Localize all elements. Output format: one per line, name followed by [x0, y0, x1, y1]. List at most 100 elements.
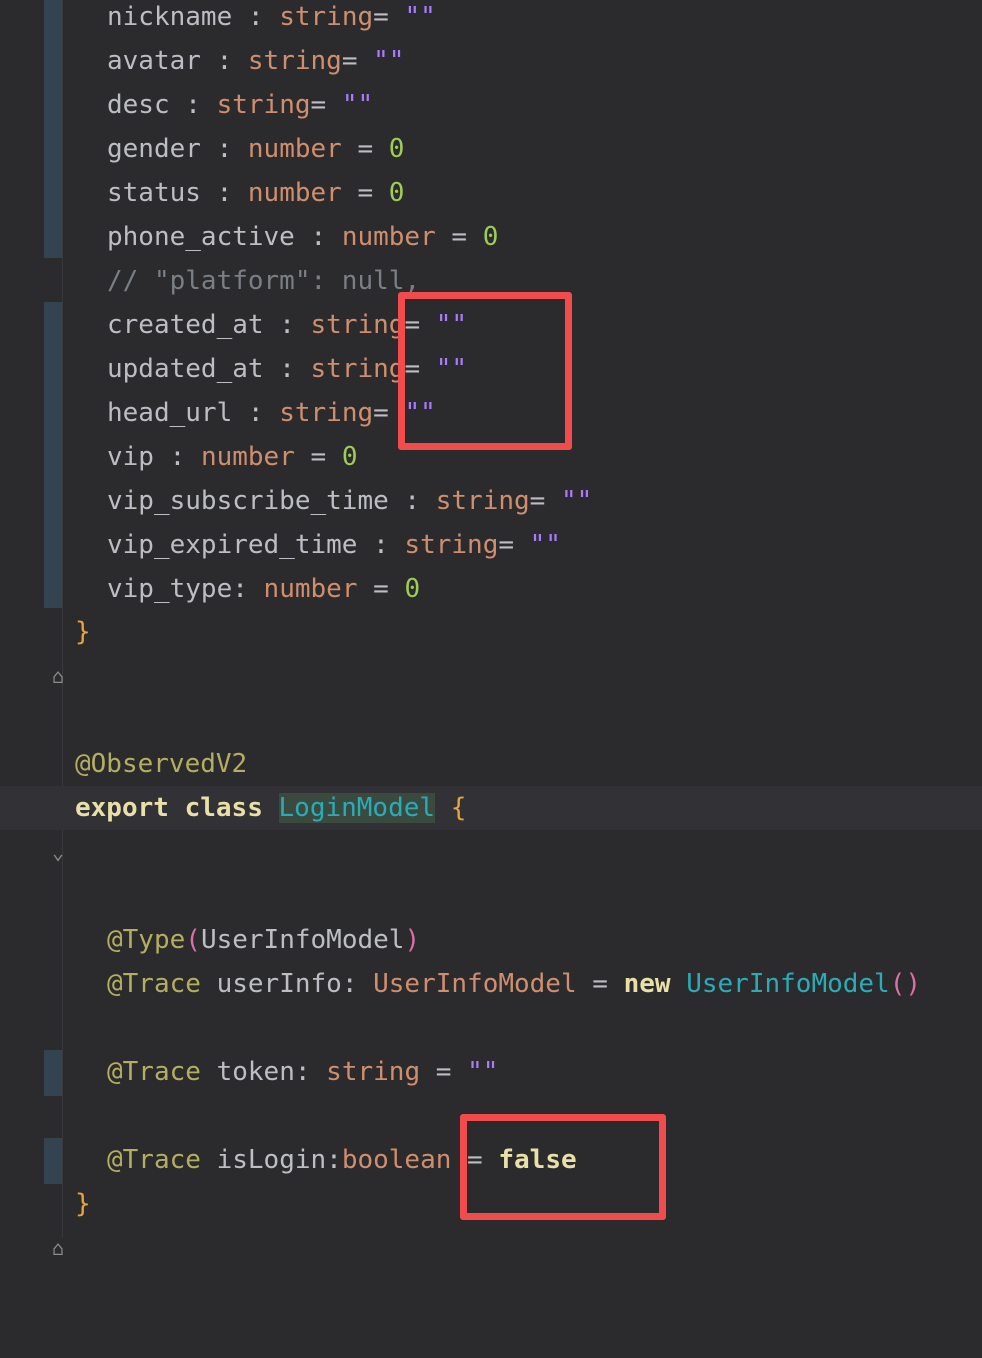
- type: string: [326, 1057, 421, 1087]
- field-name: head_url: [107, 398, 233, 428]
- field-name: desc: [107, 90, 170, 120]
- field-name: token: [216, 1057, 295, 1087]
- equals: =: [435, 222, 483, 252]
- keyword-class: class: [184, 793, 263, 823]
- change-marker: [44, 302, 62, 608]
- type: string: [404, 530, 499, 560]
- equals: =: [357, 574, 405, 604]
- code-line[interactable]: ⌂ }: [0, 610, 91, 688]
- colon: :: [232, 574, 264, 604]
- fold-icon[interactable]: ⌂: [52, 1226, 64, 1270]
- field-name: userInfo: [216, 969, 342, 999]
- colon: :: [357, 530, 405, 560]
- type: string: [310, 354, 405, 384]
- colon: :: [200, 46, 248, 76]
- colon: :: [341, 969, 374, 999]
- paren: (): [889, 969, 922, 999]
- fold-icon[interactable]: ⌂: [52, 654, 64, 698]
- equals: =: [373, 2, 405, 32]
- code-line[interactable]: @Type(UserInfoModel): [0, 918, 420, 962]
- field-name: vip_expired_time: [107, 530, 358, 560]
- equals: =: [294, 442, 342, 472]
- field-name: isLogin: [216, 1145, 327, 1175]
- equals: =: [420, 1057, 468, 1087]
- highlight-box: [460, 1114, 666, 1220]
- code-line[interactable]: @Trace isLogin:boolean = false: [0, 1138, 577, 1182]
- open-brace: {: [450, 793, 467, 823]
- highlight-box: [398, 292, 572, 450]
- field-name: updated_at: [107, 354, 264, 384]
- equals: =: [498, 530, 530, 560]
- comment: // "platform": null,: [107, 266, 421, 296]
- colon: :: [294, 1057, 327, 1087]
- field-name: vip_subscribe_time: [107, 486, 389, 516]
- type-arg: UserInfoModel: [200, 925, 405, 955]
- field-name: nickname: [107, 2, 233, 32]
- field-name: vip_type: [107, 574, 233, 604]
- type: number: [200, 442, 295, 472]
- equals: =: [341, 178, 389, 208]
- equals: =: [576, 969, 624, 999]
- type: boolean: [341, 1145, 452, 1175]
- type: number: [341, 222, 436, 252]
- value: "": [529, 530, 561, 560]
- value: 0: [388, 134, 405, 164]
- type: UserInfoModel: [373, 969, 577, 999]
- type: string: [216, 90, 311, 120]
- field-name: vip: [107, 442, 154, 472]
- decorator: @Trace: [107, 1145, 201, 1175]
- colon: :: [232, 2, 280, 32]
- colon: :: [388, 486, 436, 516]
- keyword-new: new: [623, 969, 671, 999]
- code-line-current[interactable]: ⌄ export class LoginModel {: [0, 786, 982, 864]
- class-name: LoginModel: [278, 793, 436, 823]
- value: "": [560, 486, 593, 516]
- colon: :: [263, 310, 311, 340]
- type: string: [310, 310, 405, 340]
- colon: :: [232, 398, 280, 428]
- code-line[interactable]: ⌂ }: [0, 1182, 91, 1260]
- decorator: @ObservedV2: [75, 749, 248, 779]
- colon: :: [200, 134, 248, 164]
- colon: :: [294, 222, 342, 252]
- colon: :: [263, 354, 311, 384]
- field-name: phone_active: [107, 222, 295, 252]
- equals: =: [341, 134, 389, 164]
- equals: =: [529, 486, 561, 516]
- type: number: [247, 178, 342, 208]
- code-line[interactable]: @Trace token: string = "": [0, 1050, 498, 1094]
- change-marker: [44, 0, 62, 258]
- type: number: [247, 134, 342, 164]
- code-editor[interactable]: nickname : string= "" avatar : string= ""…: [0, 0, 982, 1260]
- constructor: UserInfoModel: [686, 969, 890, 999]
- value: 0: [341, 442, 358, 472]
- value: "": [404, 2, 436, 32]
- colon: :: [153, 442, 201, 472]
- value: 0: [388, 178, 405, 208]
- colon: :: [200, 178, 248, 208]
- paren: (: [185, 925, 201, 955]
- field-name: avatar: [107, 46, 201, 76]
- field-name: created_at: [107, 310, 264, 340]
- code-line[interactable]: @Trace userInfo: UserInfoModel = new Use…: [0, 962, 921, 1006]
- value: 0: [482, 222, 499, 252]
- colon: :: [169, 90, 217, 120]
- closing-brace: }: [75, 1189, 91, 1219]
- value: "": [341, 90, 374, 120]
- colon: :: [326, 1145, 342, 1175]
- field-name: status: [107, 178, 201, 208]
- code-line[interactable]: @ObservedV2: [0, 742, 247, 786]
- decorator: @Type: [107, 925, 186, 955]
- decorator: @Trace: [107, 1057, 201, 1087]
- type: string: [247, 46, 342, 76]
- type: string: [279, 398, 374, 428]
- value: "": [373, 46, 405, 76]
- decorator: @Trace: [107, 969, 201, 999]
- type: string: [279, 2, 374, 32]
- value: "": [467, 1057, 499, 1087]
- paren: ): [404, 925, 421, 955]
- closing-brace: }: [75, 617, 91, 647]
- field-name: gender: [107, 134, 201, 164]
- fold-icon[interactable]: ⌄: [52, 830, 64, 874]
- keyword-export: export: [75, 793, 169, 823]
